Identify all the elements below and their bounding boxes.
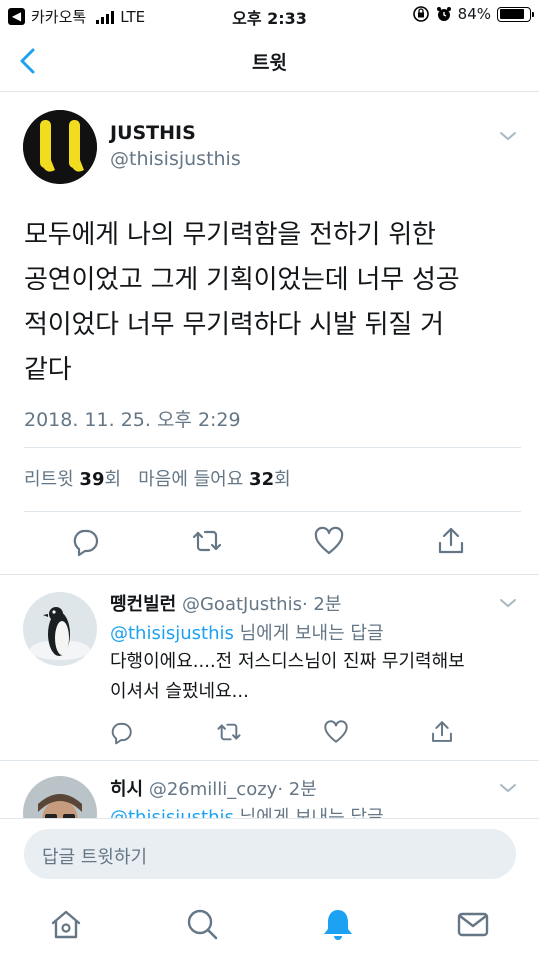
- tweet-actions: [0, 525, 539, 565]
- retweets-stat[interactable]: 리트윗 39회: [24, 469, 121, 490]
- reply-avatar[interactable]: [23, 592, 97, 666]
- tab-bar: [0, 890, 539, 960]
- likes-stat[interactable]: 마음에 들어요 32회: [138, 469, 290, 490]
- reply-age: · 2분: [277, 779, 317, 800]
- tweet-text-line: 공연이었고 그게 기획이었는데 너무 성공: [24, 265, 460, 295]
- reply-icon[interactable]: [108, 719, 134, 745]
- reply-author-name[interactable]: 뗑컨빌런: [110, 594, 176, 615]
- reply-to-suffix: 님에게 보내는 답글: [233, 807, 384, 818]
- reply-tweet[interactable]: 히시 @26milli_cozy· 2분 @thisisjusthis 님에게 …: [0, 761, 539, 818]
- reply-to-suffix: 님에게 보내는 답글: [233, 623, 384, 644]
- like-icon[interactable]: [323, 719, 349, 745]
- retweets-count: 39: [79, 469, 105, 490]
- battery-icon: [497, 6, 534, 22]
- rotation-lock-icon: [412, 6, 429, 22]
- count-unit: 회: [104, 469, 122, 490]
- divider: [24, 447, 521, 448]
- caret-down-icon[interactable]: [499, 782, 517, 794]
- divider: [24, 511, 521, 512]
- divider: [0, 574, 539, 575]
- like-icon[interactable]: [313, 525, 345, 557]
- author-handle[interactable]: @thisisjusthis: [110, 148, 241, 170]
- share-icon[interactable]: [435, 525, 467, 557]
- battery-fill: [499, 9, 524, 19]
- share-icon[interactable]: [429, 719, 455, 745]
- search-icon[interactable]: [184, 906, 220, 942]
- tweet-text: 모두에게 나의 무기력함을 전하기 위한 공연이었고 그게 기획이었는데 너무 …: [24, 213, 524, 393]
- messages-icon[interactable]: [455, 906, 491, 942]
- reply-text: 다행이에요....전 저스디스님이 진짜 무기력해보 이셔서 슬펐네요...: [110, 647, 520, 707]
- reply-actions: [0, 719, 539, 759]
- author-name[interactable]: JUSTHIS: [110, 122, 196, 144]
- page-title: 트윗: [252, 52, 287, 74]
- tweet-timestamp: 2018. 11. 25. 오후 2:29: [24, 409, 241, 431]
- reply-compose-input[interactable]: 답글 트윗하기: [24, 829, 516, 879]
- compose-placeholder: 답글 트윗하기: [42, 847, 148, 868]
- caret-down-icon[interactable]: [499, 597, 517, 609]
- count-unit: 회: [274, 469, 291, 490]
- reply-author-name[interactable]: 히시: [110, 779, 143, 800]
- reply-text-line: 다행이에요....전 저스디스님이 진짜 무기력해보: [110, 651, 465, 672]
- reply-avatar[interactable]: [23, 776, 97, 818]
- alarm-icon: [436, 7, 451, 21]
- reply-mention[interactable]: @thisisjusthis: [110, 623, 234, 644]
- status-right: 84%: [412, 5, 534, 23]
- caret-down-icon[interactable]: [499, 130, 517, 142]
- reply-age: · 2분: [301, 594, 342, 615]
- likes-label: 마음에 들어요: [138, 469, 244, 490]
- author-avatar[interactable]: [23, 110, 97, 184]
- reply-context: @thisisjusthis 님에게 보내는 답글: [110, 803, 384, 818]
- retweets-label: 리트윗: [24, 469, 74, 490]
- retweet-icon[interactable]: [191, 525, 223, 557]
- retweet-icon[interactable]: [216, 719, 242, 745]
- tweet-stats: 리트윗 39회 마음에 들어요 32회: [24, 465, 291, 491]
- tweet-text-line: 적이었다 너무 무기력하다 시발 뒤질 거: [24, 310, 444, 340]
- likes-count: 32: [249, 469, 275, 490]
- reply-context: @thisisjusthis 님에게 보내는 답글: [110, 619, 384, 645]
- status-bar: ◀ 카카오톡 LTE 오후 2:33 84%: [0, 0, 539, 30]
- compose-bar: 답글 트윗하기: [0, 818, 539, 890]
- tweet-text-line: 같다: [24, 355, 72, 385]
- battery-percent: 84%: [457, 5, 491, 23]
- home-icon[interactable]: [48, 906, 84, 942]
- reply-header: 히시 @26milli_cozy· 2분: [110, 775, 317, 801]
- reply-author-handle[interactable]: @26milli_cozy: [149, 779, 277, 800]
- reply-author-handle[interactable]: @GoatJusthis: [182, 594, 302, 615]
- reply-mention[interactable]: @thisisjusthis: [110, 807, 234, 818]
- reply-icon[interactable]: [69, 525, 101, 557]
- notifications-icon[interactable]: [320, 906, 356, 942]
- reply-header: 뗑컨빌런 @GoatJusthis· 2분: [110, 590, 341, 616]
- tweet-text-line: 모두에게 나의 무기력함을 전하기 위한: [24, 220, 436, 250]
- nav-bar: 트윗: [0, 30, 539, 92]
- reply-text-line: 이셔서 슬펐네요...: [110, 681, 249, 702]
